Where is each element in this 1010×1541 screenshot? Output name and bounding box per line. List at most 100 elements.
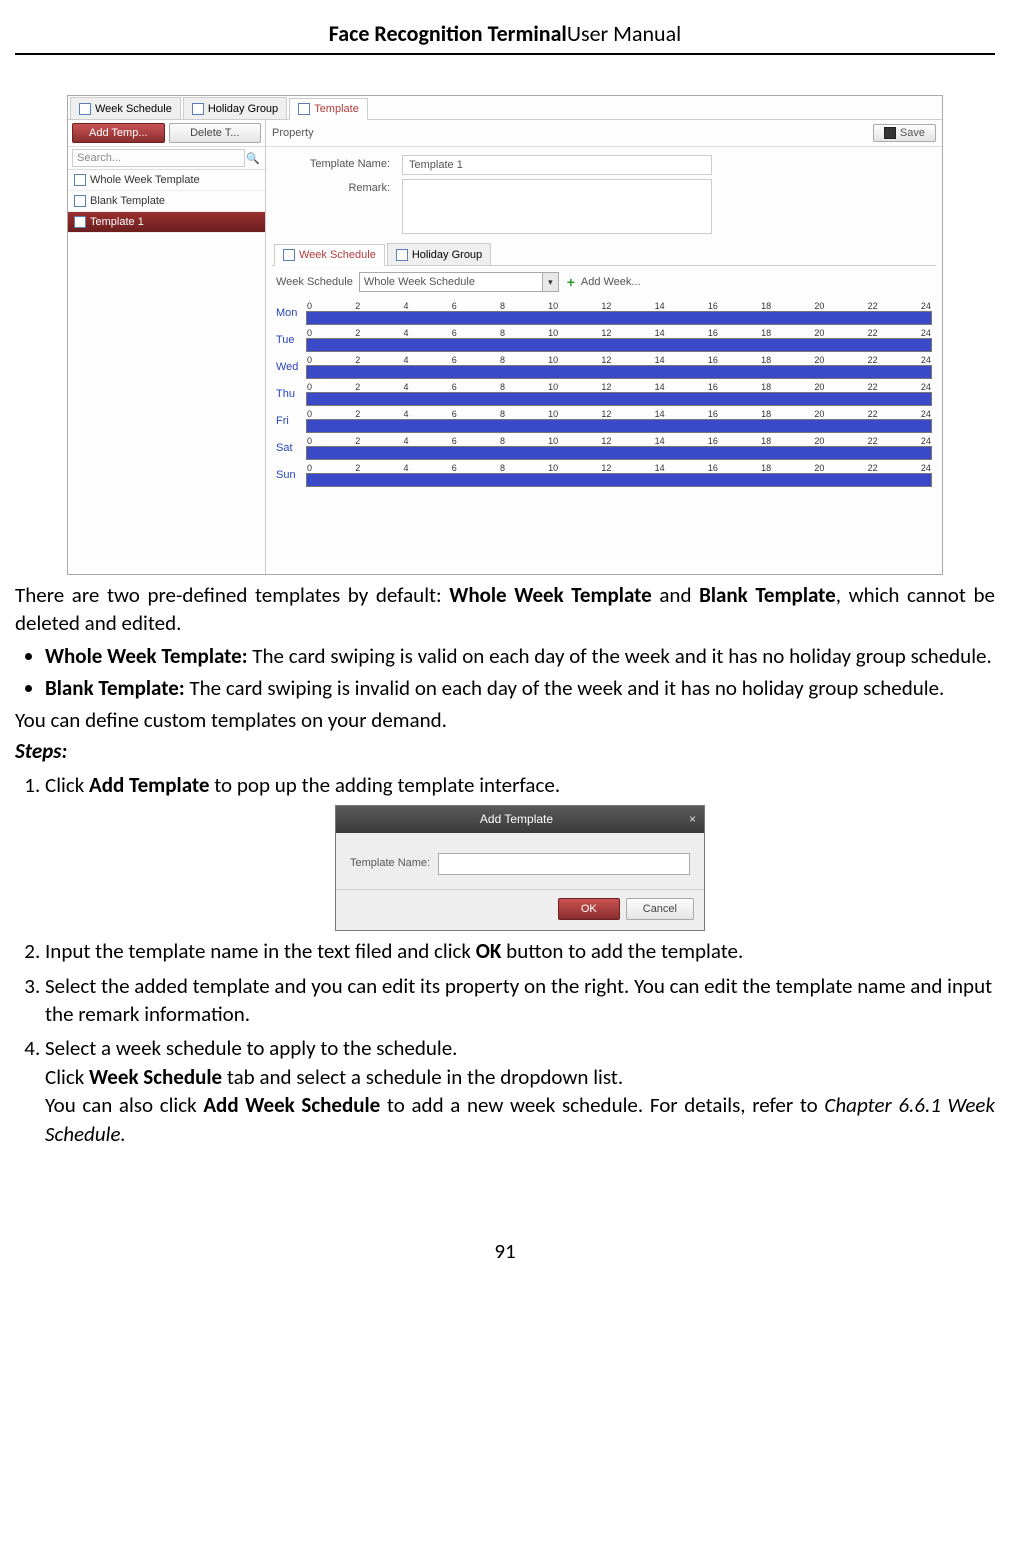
step-item: Select a week schedule to apply to the s… bbox=[45, 1034, 995, 1147]
schedule-bar[interactable] bbox=[306, 338, 932, 352]
tick-label: 12 bbox=[601, 463, 611, 473]
tick-label: 0 bbox=[307, 463, 312, 473]
text-bold: Add Template bbox=[89, 772, 209, 798]
text: The card swiping is invalid on each day … bbox=[185, 675, 945, 701]
steps-heading: Steps: bbox=[15, 737, 995, 765]
tick-label: 16 bbox=[708, 382, 718, 392]
schedule-bar[interactable] bbox=[306, 473, 932, 487]
tick-label: 14 bbox=[655, 463, 665, 473]
list-item[interactable]: Whole Week Template bbox=[68, 170, 265, 191]
tick-label: 20 bbox=[814, 382, 824, 392]
calendar-icon bbox=[74, 195, 86, 207]
tick-label: 2 bbox=[355, 301, 360, 311]
week-schedule-dropdown[interactable]: Whole Week Schedule ▾ bbox=[359, 272, 559, 292]
top-tabs: Week Schedule Holiday Group Template bbox=[68, 96, 942, 120]
step-item: Click Add Template to pop up the adding … bbox=[45, 771, 995, 931]
day-row: Sun024681012141618202224 bbox=[276, 463, 932, 487]
text: Input the template name in the text file… bbox=[45, 938, 476, 964]
tick-label: 22 bbox=[868, 463, 878, 473]
tick-label: 22 bbox=[868, 355, 878, 365]
save-label: Save bbox=[900, 127, 925, 139]
tab-label: Week Schedule bbox=[95, 103, 172, 115]
dialog-title: Add Template bbox=[344, 811, 689, 827]
tick-label: 16 bbox=[708, 409, 718, 419]
tick-label: 12 bbox=[601, 382, 611, 392]
tick-label: 2 bbox=[355, 463, 360, 473]
day-row: Fri024681012141618202224 bbox=[276, 409, 932, 433]
template-editor-screenshot: Week Schedule Holiday Group Template Add… bbox=[67, 95, 943, 575]
calendar-icon bbox=[192, 103, 204, 115]
tab-holiday-group[interactable]: Holiday Group bbox=[183, 97, 287, 119]
tick-label: 20 bbox=[814, 463, 824, 473]
tab-label: Holiday Group bbox=[208, 103, 278, 115]
calendar-icon bbox=[298, 103, 310, 115]
delete-template-button[interactable]: Delete T... bbox=[169, 123, 262, 143]
tick-label: 10 bbox=[548, 328, 558, 338]
remark-label: Remark: bbox=[272, 179, 402, 194]
ok-button[interactable]: OK bbox=[558, 898, 620, 921]
tick-label: 6 bbox=[452, 382, 457, 392]
tick-label: 18 bbox=[761, 436, 771, 446]
search-input[interactable]: Search... bbox=[72, 149, 245, 167]
text-bold: Blank Template bbox=[699, 582, 836, 608]
add-template-button[interactable]: Add Temp... bbox=[72, 123, 165, 143]
template-name-input[interactable]: Template 1 bbox=[402, 155, 712, 175]
text: Select the added template and you can ed… bbox=[45, 973, 992, 1027]
tick-label: 20 bbox=[814, 409, 824, 419]
list-item-selected[interactable]: Template 1 bbox=[68, 212, 265, 233]
tick-label: 0 bbox=[307, 301, 312, 311]
tick-label: 10 bbox=[548, 301, 558, 311]
day-label: Sun bbox=[276, 469, 306, 481]
cancel-button[interactable]: Cancel bbox=[626, 898, 694, 921]
search-icon[interactable]: 🔍 bbox=[245, 152, 261, 165]
tab-week-schedule[interactable]: Week Schedule bbox=[70, 97, 181, 119]
list-item-label: Template 1 bbox=[90, 216, 144, 228]
text-bold: Blank Template: bbox=[45, 675, 185, 701]
add-week-label: Add Week... bbox=[581, 276, 641, 288]
add-template-dialog: Add Template × Template Name: OK Cancel bbox=[335, 805, 705, 931]
tab-template[interactable]: Template bbox=[289, 98, 368, 120]
step-item: Input the template name in the text file… bbox=[45, 937, 995, 965]
body-text: There are two pre-defined templates by d… bbox=[15, 581, 995, 1148]
tick-label: 6 bbox=[452, 301, 457, 311]
day-label: Sat bbox=[276, 442, 306, 454]
tick-label: 14 bbox=[655, 436, 665, 446]
tick-label: 14 bbox=[655, 328, 665, 338]
tick-label: 14 bbox=[655, 301, 665, 311]
tick-label: 0 bbox=[307, 355, 312, 365]
day-label: Tue bbox=[276, 334, 306, 346]
schedule-bar[interactable] bbox=[306, 365, 932, 379]
text: You can define custom templates on your … bbox=[15, 706, 995, 734]
tick-label: 16 bbox=[708, 355, 718, 365]
remark-input[interactable] bbox=[402, 179, 712, 234]
tick-label: 10 bbox=[548, 382, 558, 392]
dialog-template-name-input[interactable] bbox=[438, 853, 690, 875]
save-button[interactable]: Save bbox=[873, 124, 936, 142]
add-week-button[interactable]: + Add Week... bbox=[565, 276, 641, 288]
tick-label: 0 bbox=[307, 382, 312, 392]
list-item[interactable]: Blank Template bbox=[68, 191, 265, 212]
day-label: Wed bbox=[276, 361, 306, 373]
tick-label: 4 bbox=[403, 301, 408, 311]
tick-label: 8 bbox=[500, 463, 505, 473]
schedule-bar[interactable] bbox=[306, 311, 932, 325]
close-icon[interactable]: × bbox=[689, 811, 696, 827]
tick-label: 2 bbox=[355, 436, 360, 446]
tick-label: 18 bbox=[761, 328, 771, 338]
subtab-holiday-group[interactable]: Holiday Group bbox=[387, 243, 491, 265]
tick-label: 16 bbox=[708, 301, 718, 311]
page-header: Face Recognition Terminal User Manual bbox=[15, 20, 995, 55]
text: to add a new week schedule. For details,… bbox=[380, 1092, 824, 1118]
tick-label: 12 bbox=[601, 301, 611, 311]
dialog-label: Template Name: bbox=[350, 856, 430, 871]
schedule-bar[interactable] bbox=[306, 419, 932, 433]
subtab-week-schedule[interactable]: Week Schedule bbox=[274, 244, 385, 266]
tick-label: 2 bbox=[355, 355, 360, 365]
tick-label: 0 bbox=[307, 409, 312, 419]
schedule-bar[interactable] bbox=[306, 392, 932, 406]
schedule-bar[interactable] bbox=[306, 446, 932, 460]
tick-label: 4 bbox=[403, 382, 408, 392]
tick-label: 6 bbox=[452, 328, 457, 338]
tick-label: 24 bbox=[921, 409, 931, 419]
day-label: Fri bbox=[276, 415, 306, 427]
